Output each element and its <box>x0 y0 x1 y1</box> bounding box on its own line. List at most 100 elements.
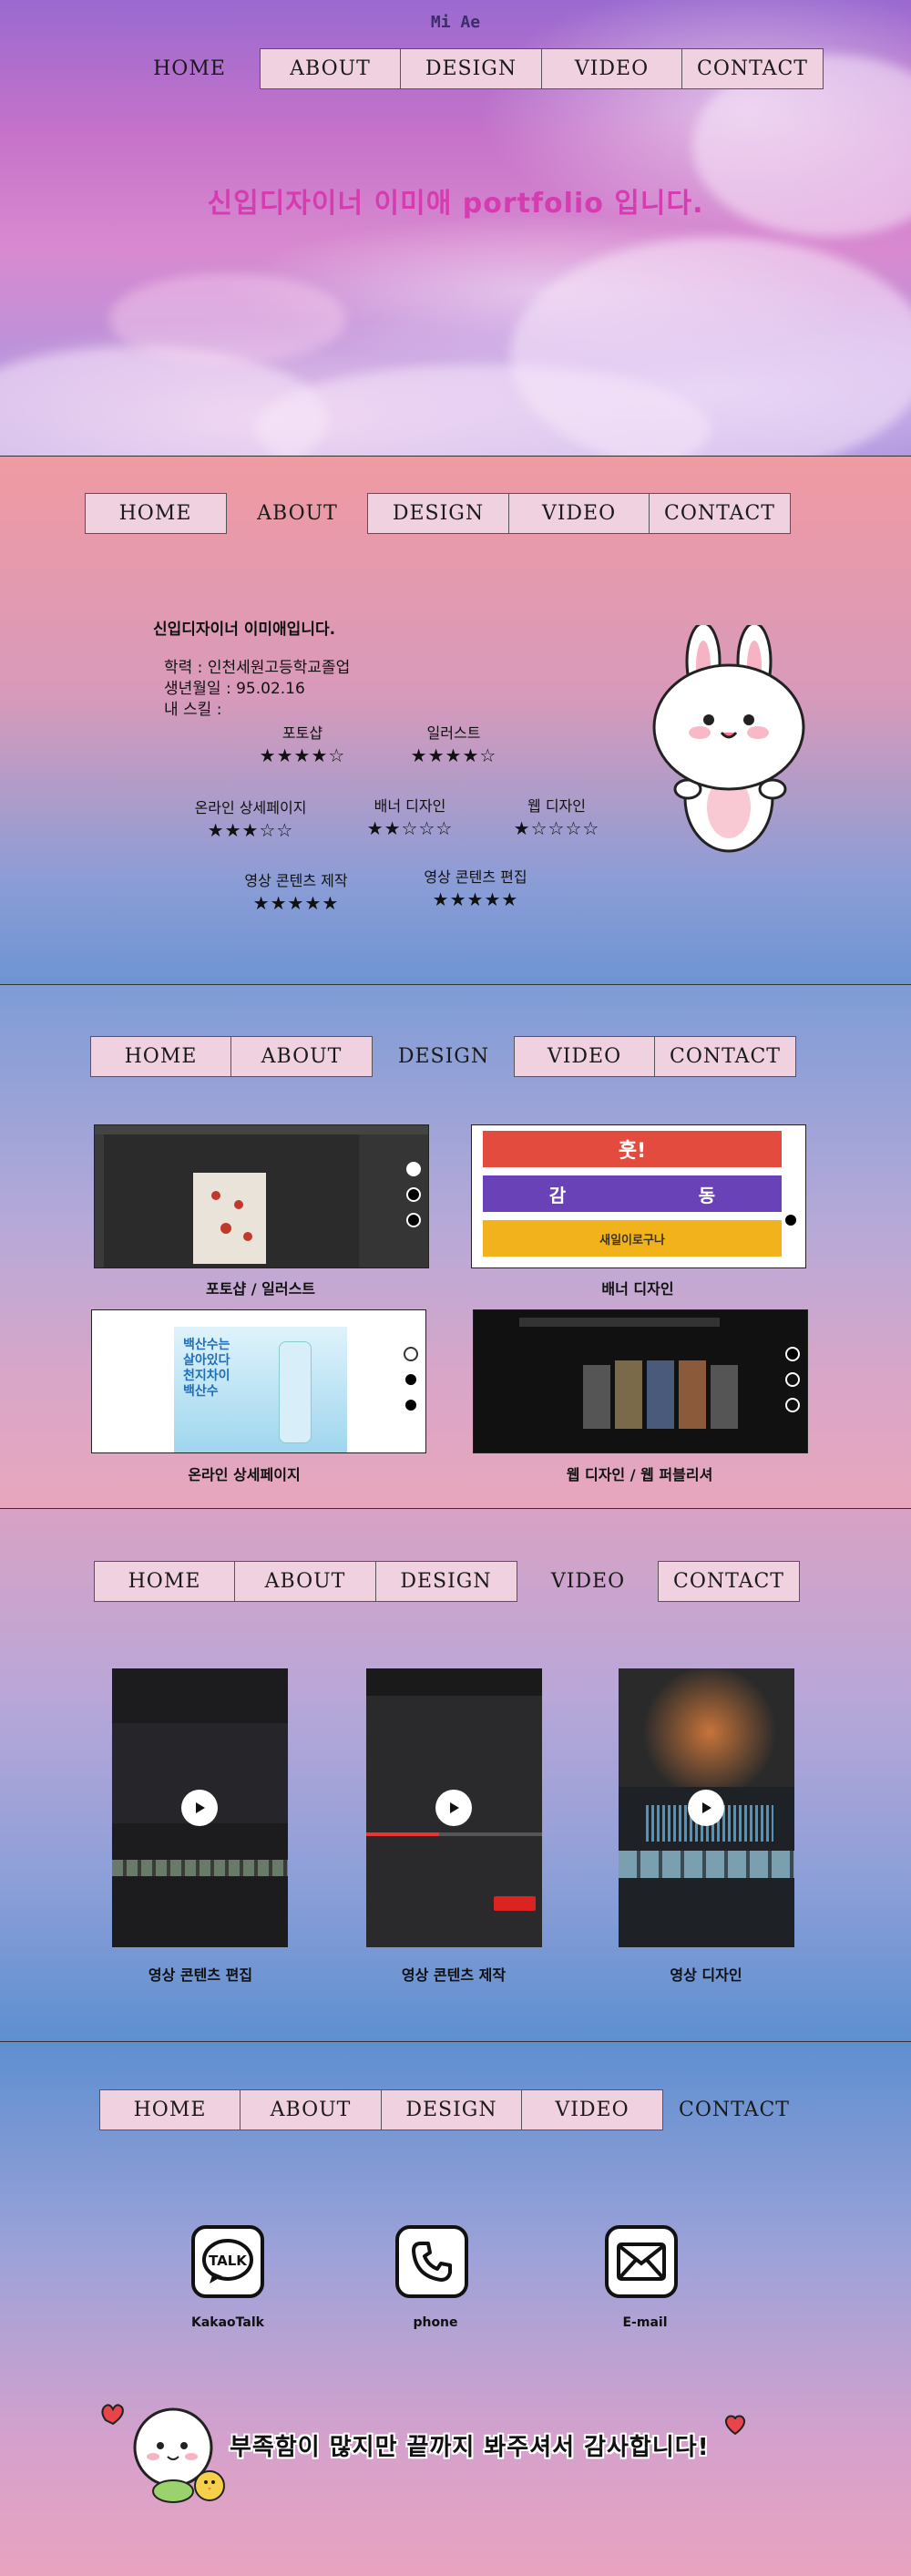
nav-home[interactable]: HOME <box>93 1561 236 1602</box>
contact-nav: HOME ABOUT DESIGN VIDEO CONTACT <box>98 2089 805 2130</box>
video-nav: HOME ABOUT DESIGN VIDEO CONTACT <box>93 1561 800 1602</box>
nav-video[interactable]: VIDEO <box>507 493 650 534</box>
slider-dot[interactable] <box>404 1372 418 1387</box>
skill-stars: ★★★★★ <box>252 892 340 914</box>
about-education: 학력 : 인천세원고등학교졸업 <box>164 659 351 677</box>
nav-design[interactable]: DESIGN <box>367 493 509 534</box>
design-thumb-banner[interactable]: 훗! 감 동 새일이로구나 <box>471 1124 806 1268</box>
video-caption-editing: 영상 콘텐츠 편집 <box>148 1966 253 1984</box>
skill-detail-page: 온라인 상세페이지 ★★★☆☆ <box>173 795 328 841</box>
nav-video[interactable]: VIDEO <box>517 1561 660 1602</box>
nav-video[interactable]: VIDEO <box>540 48 683 89</box>
design-thumb-detail-page[interactable]: 백산수는 살아있다 천지차이 백산수 <box>91 1309 426 1453</box>
skill-photoshop: 포토샵 ★★★★☆ <box>239 721 366 766</box>
slider-dot[interactable] <box>783 1187 798 1202</box>
play-icon[interactable] <box>688 1790 724 1826</box>
detail-line-2: 살아있다 <box>183 1353 230 1368</box>
slider-dot[interactable] <box>406 1213 421 1227</box>
video-thumb-design[interactable] <box>619 1668 794 1947</box>
about-section: HOME ABOUT DESIGN VIDEO CONTACT 신입디자이너 이… <box>0 456 911 985</box>
slider-dot[interactable] <box>404 1398 418 1412</box>
design-caption-photoshop: 포토샵 / 일러스트 <box>205 1280 316 1298</box>
banner-3: 새일이로구나 <box>483 1220 782 1257</box>
nav-about[interactable]: ABOUT <box>259 48 402 89</box>
video-thumb-editing[interactable] <box>112 1668 288 1947</box>
video-caption-production: 영상 콘텐츠 제작 <box>401 1966 507 1984</box>
detail-line-3: 천지차이 <box>183 1369 230 1383</box>
slider-dot[interactable] <box>785 1398 800 1412</box>
banner-1: 훗! <box>483 1131 782 1167</box>
nav-about[interactable]: ABOUT <box>240 2089 382 2130</box>
bunny-mascot-icon <box>652 625 805 853</box>
phone-icon[interactable] <box>395 2225 468 2298</box>
skill-stars: ★★★☆☆ <box>207 819 294 841</box>
skill-banner: 배너 디자인 ★★☆☆☆ <box>346 794 474 839</box>
nav-design[interactable]: DESIGN <box>373 1036 515 1077</box>
nav-home[interactable]: HOME <box>89 1036 232 1077</box>
mail-icon[interactable] <box>605 2225 678 2298</box>
slider-dot[interactable] <box>785 1347 800 1361</box>
skill-video-editing: 영상 콘텐츠 편집 ★★★★★ <box>403 865 548 910</box>
skill-name: 배너 디자인 <box>374 797 446 815</box>
video-caption-design: 영상 디자인 <box>670 1966 742 1984</box>
skill-name: 온라인 상세페이지 <box>194 799 307 816</box>
skill-name: 포토샵 <box>281 724 323 742</box>
nav-about[interactable]: ABOUT <box>227 493 369 534</box>
slider-dot[interactable] <box>785 1372 800 1387</box>
nav-home[interactable]: HOME <box>118 48 261 89</box>
contact-label-phone: phone <box>413 2315 458 2330</box>
nav-contact[interactable]: CONTACT <box>663 2089 805 2130</box>
nav-contact[interactable]: CONTACT <box>658 1561 800 1602</box>
nav-design[interactable]: DESIGN <box>374 1561 517 1602</box>
nav-design[interactable]: DESIGN <box>380 2089 523 2130</box>
nav-about[interactable]: ABOUT <box>234 1561 376 1602</box>
slider-dot[interactable] <box>404 1347 418 1361</box>
skill-illustrator: 일러스트 ★★★★☆ <box>390 721 517 766</box>
play-icon[interactable] <box>181 1790 218 1826</box>
nav-home[interactable]: HOME <box>98 2089 241 2130</box>
thanks-message: 부족함이 많지만 끝까지 봐주셔서 감사합니다! <box>230 2434 710 2461</box>
nav-about[interactable]: ABOUT <box>230 1036 373 1077</box>
skill-name: 웹 디자인 <box>527 797 586 815</box>
talk-icon[interactable]: TALK <box>191 2225 264 2298</box>
heart-icon <box>724 2415 746 2436</box>
design-section: HOME ABOUT DESIGN VIDEO CONTACT 포토샵 / 일러… <box>0 984 911 1509</box>
banner-2-text-a: 감 <box>548 1184 567 1206</box>
skill-web: 웹 디자인 ★☆☆☆☆ <box>493 794 620 839</box>
skill-stars: ★★☆☆☆ <box>366 817 454 839</box>
nav-video[interactable]: VIDEO <box>521 2089 663 2130</box>
nav-design[interactable]: DESIGN <box>400 48 542 89</box>
skill-stars: ★★★★★ <box>432 888 519 910</box>
contact-section: HOME ABOUT DESIGN VIDEO CONTACT TALK Kak… <box>0 2041 911 2576</box>
hero-nav: HOME ABOUT DESIGN VIDEO CONTACT <box>118 48 824 89</box>
site-logo[interactable]: Mi Ae <box>0 13 911 32</box>
about-skills-label: 내 스킬 : <box>164 701 222 719</box>
nav-contact[interactable]: CONTACT <box>681 48 824 89</box>
design-caption-detail-page: 온라인 상세페이지 <box>188 1466 301 1483</box>
nav-contact[interactable]: CONTACT <box>654 1036 796 1077</box>
slider-dot[interactable] <box>783 1162 798 1176</box>
play-icon[interactable] <box>435 1790 472 1826</box>
nav-video[interactable]: VIDEO <box>513 1036 656 1077</box>
design-thumb-photoshop[interactable] <box>94 1124 429 1268</box>
skill-name: 영상 콘텐츠 편집 <box>424 868 527 886</box>
video-thumb-production[interactable] <box>366 1668 542 1947</box>
nav-contact[interactable]: CONTACT <box>649 493 791 534</box>
slider-dot[interactable] <box>783 1213 798 1227</box>
design-caption-banner: 배너 디자인 <box>601 1280 674 1298</box>
banner-2-text-b: 동 <box>698 1184 716 1206</box>
skill-name: 영상 콘텐츠 제작 <box>244 872 348 889</box>
hero-title: 신입디자이너 이미애 portfolio 입니다. <box>207 188 704 220</box>
slider-dot[interactable] <box>406 1187 421 1202</box>
design-thumb-web[interactable] <box>473 1309 808 1453</box>
design-nav: HOME ABOUT DESIGN VIDEO CONTACT <box>89 1036 796 1077</box>
nav-home[interactable]: HOME <box>84 493 227 534</box>
hero-section: Mi Ae HOME ABOUT DESIGN VIDEO CONTACT 신입… <box>0 0 911 456</box>
contact-label-kakaotalk: KakaoTalk <box>191 2315 264 2330</box>
about-nav: HOME ABOUT DESIGN VIDEO CONTACT <box>84 493 791 534</box>
skill-video-production: 영상 콘텐츠 제작 ★★★★★ <box>223 868 369 914</box>
skill-stars: ★★★★☆ <box>410 744 497 766</box>
about-birth: 생년월일 : 95.02.16 <box>164 680 305 698</box>
contact-label-email: E-mail <box>622 2315 668 2330</box>
slider-dot[interactable] <box>406 1162 421 1176</box>
